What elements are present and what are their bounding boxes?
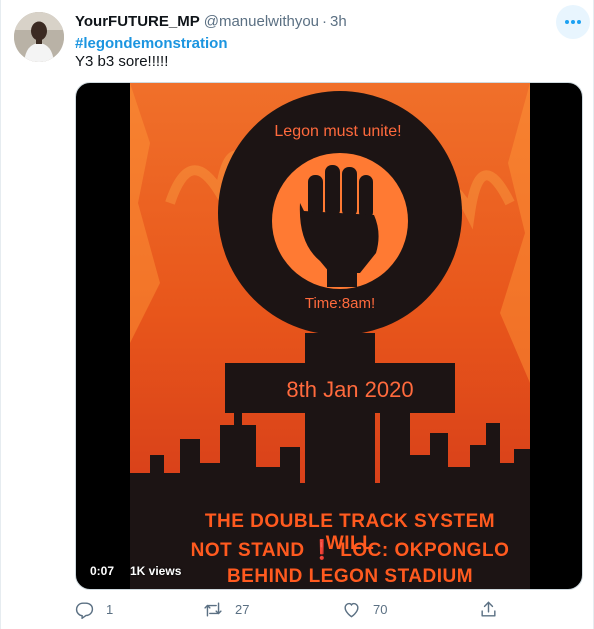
share-icon [479, 600, 498, 619]
display-name[interactable]: YourFUTURE_MP [75, 13, 200, 30]
poster-line-date: 8th Jan 2020 [286, 377, 414, 402]
tweet-actions: 1 27 70 [75, 598, 505, 620]
timestamp[interactable]: 3h [330, 13, 347, 30]
more-options-button[interactable] [556, 5, 590, 39]
poster-line-unite: Legon must unite! [274, 123, 402, 140]
video-duration: 0:07 [84, 561, 121, 581]
reply-icon [75, 600, 94, 619]
poster-caption-line-2: NOT STAND ❗ LOC: OKPONGLO [180, 538, 520, 562]
like-icon [342, 600, 361, 619]
tweet-header: YourFUTURE_MP @manuelwithyou · 3h [75, 12, 347, 32]
retweet-count: 27 [235, 601, 250, 617]
video-views: 1K views [130, 564, 182, 578]
share-button[interactable] [479, 598, 498, 620]
hashtag-link[interactable]: #legondemonstration [75, 34, 228, 54]
poster-caption-line-2b: LOC: OKPONGLO [340, 540, 510, 561]
poster-caption-line-3: BEHIND LEGON STADIUM [226, 566, 474, 587]
poster-caption-line-2a: NOT STAND [190, 540, 305, 561]
avatar[interactable] [14, 12, 64, 62]
reply-count: 1 [106, 601, 114, 617]
retweet-button[interactable]: 27 [203, 598, 249, 620]
video-poster: Legon must unite! Time:8am! 8th Jan 2020… [130, 83, 530, 589]
exclamation-icon: ❗ [310, 540, 335, 561]
poster-line-time: Time:8am! [304, 295, 376, 312]
video-player[interactable]: Legon must unite! Time:8am! 8th Jan 2020… [75, 82, 583, 590]
tweet-text: Y3 b3 sore!!!!! [75, 53, 169, 70]
retweet-icon [203, 600, 223, 619]
separator: · [322, 13, 328, 30]
tweet[interactable]: YourFUTURE_MP @manuelwithyou · 3h #legondem… [0, 0, 594, 629]
more-options-icon [564, 19, 582, 25]
user-handle[interactable]: @manuelwithyou [204, 13, 319, 30]
like-button[interactable]: 70 [342, 598, 387, 620]
like-count: 70 [373, 601, 388, 617]
reply-button[interactable]: 1 [75, 598, 113, 620]
